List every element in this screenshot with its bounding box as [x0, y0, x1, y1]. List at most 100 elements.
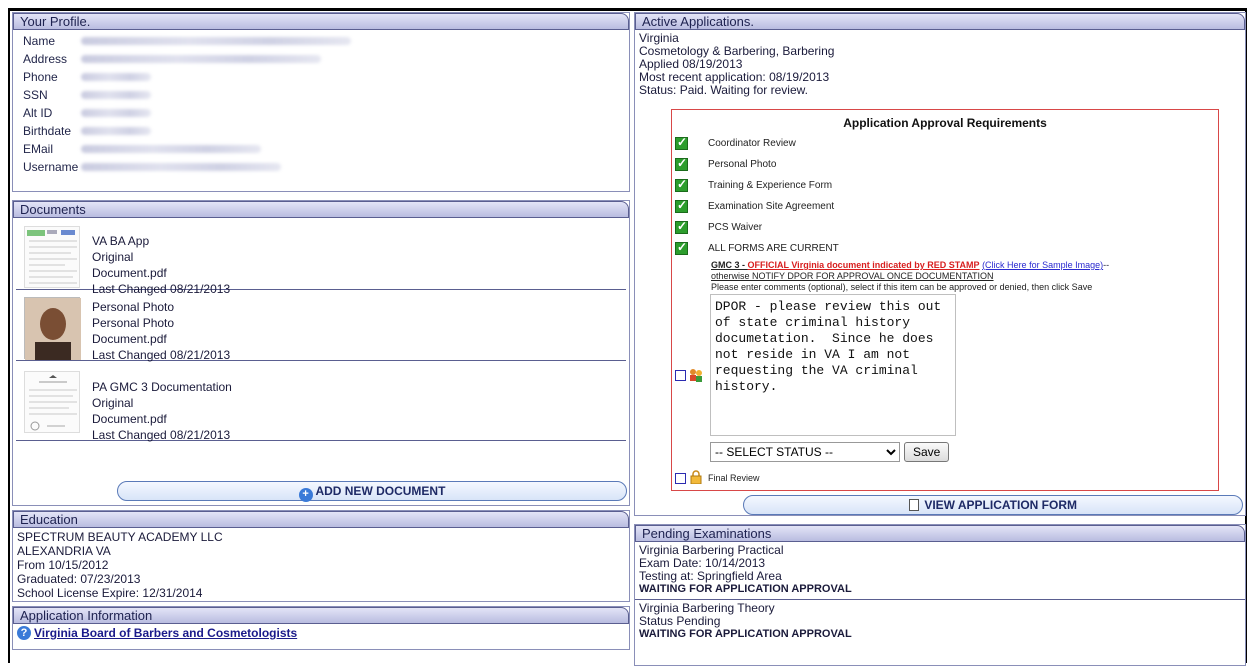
- exam-item: Virginia Barbering Theory Status Pending…: [635, 600, 1245, 643]
- checked-icon: [675, 198, 688, 213]
- exam-name: Virginia Barbering Theory: [639, 601, 775, 615]
- final-review-row: Final Review: [675, 470, 760, 486]
- final-review-checkbox[interactable]: [675, 472, 686, 484]
- education-title: Education: [13, 511, 629, 528]
- redacted-value: [81, 91, 151, 99]
- education-license-expire: School License Expire: 12/31/2014: [17, 586, 203, 600]
- add-new-document-button[interactable]: + ADD NEW DOCUMENT: [117, 481, 627, 502]
- exam-location: Testing at: Springfield Area: [639, 569, 782, 583]
- document-file: Document.pdf: [92, 266, 167, 280]
- profile-label: Name: [23, 34, 56, 48]
- requirement-item: Coordinator Review: [675, 135, 796, 151]
- education-panel: Education SPECTRUM BEAUTY ACADEMY LLC AL…: [12, 510, 630, 602]
- pending-exams-title: Pending Examinations: [635, 525, 1245, 542]
- document-item[interactable]: VA BA App Original Document.pdf Last Cha…: [16, 221, 626, 296]
- board-link[interactable]: Virginia Board of Barbers and Cosmetolog…: [34, 626, 297, 640]
- status-select[interactable]: -- SELECT STATUS --: [710, 442, 900, 462]
- requirement-label: Training & Experience Form: [708, 179, 833, 191]
- requirement-label: ALL FORMS ARE CURRENT: [708, 242, 839, 254]
- gmc-suffix: --: [1103, 260, 1110, 270]
- gmc-line2: otherwise NOTIFY DPOR FOR APPROVAL ONCE …: [711, 271, 994, 281]
- status-row: -- SELECT STATUS -- Save: [710, 442, 950, 462]
- document-thumbnail[interactable]: [24, 371, 80, 433]
- app-status: Status: Paid. Waiting for review.: [639, 83, 808, 97]
- document-thumbnail[interactable]: [24, 226, 80, 288]
- document-changed: Last Changed 08/21/2013: [92, 348, 231, 362]
- redacted-value: [81, 73, 151, 81]
- lock-icon: [690, 470, 702, 486]
- checked-icon: [675, 219, 688, 234]
- application-info-panel: Application Information ? Virginia Board…: [12, 606, 630, 650]
- document-type: Original: [92, 396, 134, 410]
- exam-status: WAITING FOR APPLICATION APPROVAL: [639, 583, 852, 595]
- requirement-label: Personal Photo: [708, 158, 777, 170]
- profile-row-email: EMail: [13, 140, 629, 158]
- education-location: ALEXANDRIA VA: [17, 544, 111, 558]
- profile-row-username: Username: [13, 158, 629, 176]
- person-photo-icon: [25, 298, 81, 360]
- profile-row-name: Name: [13, 32, 629, 50]
- document-item[interactable]: Personal Photo Personal Photo Document.p…: [16, 292, 626, 362]
- add-new-document-label: ADD NEW DOCUMENT: [315, 484, 446, 498]
- exam-status: WAITING FOR APPLICATION APPROVAL: [639, 628, 852, 640]
- document-changed: Last Changed 08/21/2013: [92, 428, 231, 442]
- document-thumbnail[interactable]: [24, 297, 81, 360]
- document-file: Document.pdf: [92, 412, 167, 426]
- pending-exams-panel: Pending Examinations Virginia Barbering …: [634, 524, 1246, 666]
- profile-row-phone: Phone: [13, 68, 629, 86]
- profile-label: Phone: [23, 70, 58, 84]
- view-application-form-button[interactable]: VIEW APPLICATION FORM: [743, 495, 1243, 515]
- document-page-icon: [29, 375, 77, 431]
- profile-label: Birthdate: [23, 124, 72, 138]
- document-name[interactable]: VA BA App: [92, 233, 230, 249]
- profile-title: Your Profile.: [13, 13, 629, 30]
- active-applications-panel: Active Applications. Virginia Cosmetolog…: [634, 12, 1246, 516]
- profile-row-address: Address: [13, 50, 629, 68]
- profile-row-birthdate: Birthdate: [13, 122, 629, 140]
- document-name[interactable]: Personal Photo: [92, 299, 230, 315]
- checked-icon: [675, 240, 688, 255]
- gmc-red-note: OFFICIAL Virginia document indicated by …: [747, 260, 980, 270]
- requirement-label: Examination Site Agreement: [708, 200, 835, 212]
- requirement-item: Training & Experience Form: [675, 177, 832, 193]
- approval-requirements-box: Application Approval Requirements Coordi…: [671, 109, 1219, 491]
- profile-label: Address: [23, 52, 68, 66]
- document-item[interactable]: PA GMC 3 Documentation Original Document…: [16, 363, 626, 442]
- education-graduated: Graduated: 07/23/2013: [17, 572, 141, 586]
- exam-pending: Status Pending: [639, 614, 721, 628]
- gmc-prefix: GMC 3 -: [711, 260, 748, 270]
- redacted-value: [81, 145, 261, 153]
- people-icon: [689, 368, 703, 382]
- view-application-form-label: VIEW APPLICATION FORM: [924, 498, 1077, 512]
- final-review-label: Final Review: [708, 473, 760, 483]
- profile-panel: Your Profile. Name Address Phone SSN Alt…: [12, 12, 630, 192]
- requirement-item: Personal Photo: [675, 156, 776, 172]
- profile-label: Username: [23, 160, 79, 174]
- checked-icon: [675, 177, 688, 192]
- profile-label: Alt ID: [23, 106, 53, 120]
- redacted-value: [81, 37, 351, 45]
- gmc-approval-controls: [675, 368, 703, 382]
- document-name[interactable]: PA GMC 3 Documentation: [92, 379, 232, 395]
- requirement-item: PCS Waiver: [675, 219, 762, 235]
- add-document-icon: +: [298, 488, 313, 502]
- profile-label: EMail: [23, 142, 54, 156]
- comment-textarea[interactable]: [710, 294, 956, 436]
- checked-icon: [675, 156, 688, 171]
- sample-image-link[interactable]: (Click Here for Sample Image): [982, 260, 1103, 270]
- gmc-note: GMC 3 - OFFICIAL Virginia document indic…: [711, 260, 1211, 293]
- active-applications-title: Active Applications.: [635, 13, 1245, 30]
- profile-row-ssn: SSN: [13, 86, 629, 104]
- document-icon: [908, 499, 919, 511]
- requirements-title: Application Approval Requirements: [843, 116, 1047, 130]
- requirement-label: Coordinator Review: [708, 137, 796, 149]
- education-school: SPECTRUM BEAUTY ACADEMY LLC: [17, 530, 223, 544]
- redacted-value: [81, 163, 281, 171]
- redacted-value: [81, 55, 321, 63]
- comment-instructions: Please enter comments (optional), select…: [711, 282, 1093, 292]
- education-from: From 10/15/2012: [17, 558, 109, 572]
- gmc-checkbox[interactable]: [675, 369, 686, 381]
- document-file: Document.pdf: [92, 332, 167, 346]
- save-button[interactable]: Save: [904, 442, 950, 462]
- checked-icon: [675, 135, 688, 150]
